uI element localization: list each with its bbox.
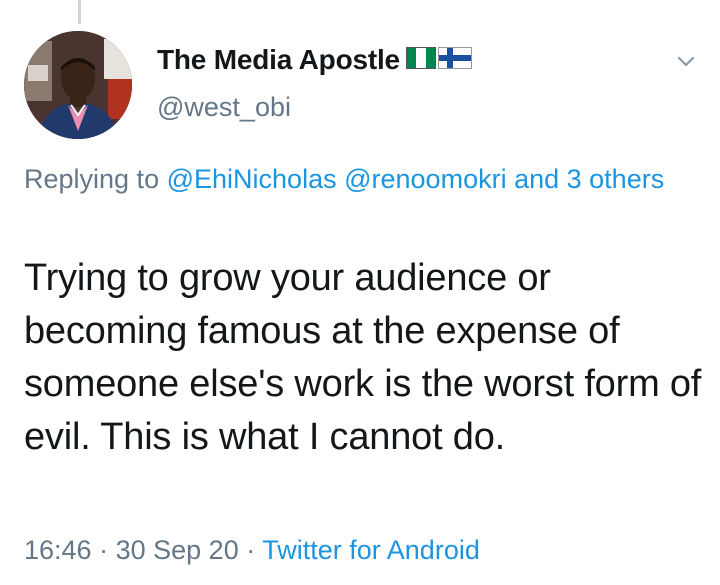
tweet-time: 16:46 xyxy=(24,535,92,565)
author-handle[interactable]: @west_obi xyxy=(157,92,291,123)
finland-flag-icon xyxy=(437,46,472,74)
author-name-row[interactable]: The Media Apostle xyxy=(157,40,472,80)
tweet-text: Trying to grow your audience or becoming… xyxy=(24,257,702,458)
thread-connector-line xyxy=(78,0,81,24)
display-name[interactable]: The Media Apostle xyxy=(157,44,400,76)
nigeria-flag-icon xyxy=(405,46,436,74)
tweet-meta: 16:46 · 30 Sep 20 · Twitter for Android xyxy=(24,535,480,566)
chevron-down-icon[interactable] xyxy=(675,50,697,72)
meta-separator: · xyxy=(99,535,109,565)
mention-link[interactable]: @renoomokri xyxy=(344,164,506,194)
tweet-source-link[interactable]: Twitter for Android xyxy=(262,535,480,565)
replying-to: Replying to @EhiNicholas @renoomokri and… xyxy=(24,160,674,198)
mention-link[interactable]: @EhiNicholas xyxy=(167,164,337,194)
meta-separator: · xyxy=(246,535,256,565)
replying-to-label: Replying to xyxy=(24,164,160,194)
avatar[interactable] xyxy=(24,31,132,139)
others-link[interactable]: and 3 others xyxy=(514,164,664,194)
tweet-date[interactable]: 30 Sep 20 xyxy=(116,535,239,565)
